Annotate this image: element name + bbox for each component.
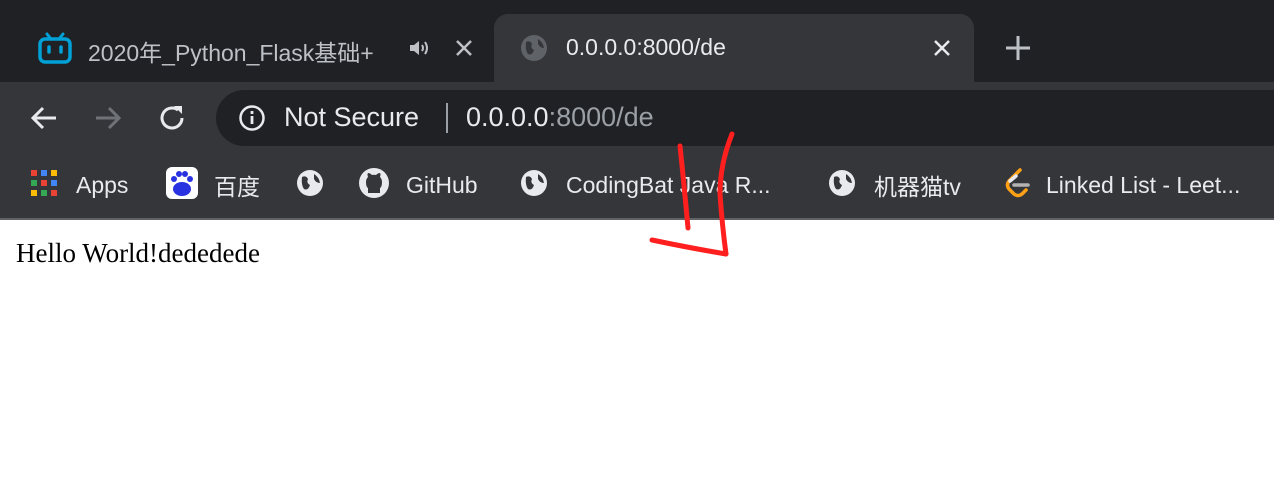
baidu-icon [166,166,198,204]
globe-icon [828,169,856,202]
bilibili-icon [38,32,72,69]
bookmark-label: Apps [76,171,129,198]
bookmark-label: 机器猫tv [874,174,961,200]
bookmark-globe[interactable] [296,152,324,218]
page-body-text: Hello World!dededede [16,238,260,268]
browser-chrome: 2020年_Python_Flask基础+ 0.0.0.0:8000/de No… [0,0,1274,220]
tab-title: 0.0.0.0:8000/de [566,34,726,60]
url-path: :8000/de [548,102,654,132]
bookmark-label: GitHub [406,171,478,198]
annotation-arrow [649,131,735,257]
url-host: 0.0.0.0 [466,102,549,132]
speaker-icon[interactable] [408,38,432,63]
bookmark-github[interactable]: GitHub [358,152,478,218]
tab-active[interactable]: 0.0.0.0:8000/de [494,14,974,82]
bookmark-label: Linked List - Leet... [1046,171,1241,198]
bookmark-label: 百度 [214,174,260,200]
close-icon[interactable] [932,38,952,63]
bookmarks-bar: Apps 百度 GitHub CodingBat Java R... 机器猫tv… [0,152,1274,218]
bookmark-apps[interactable]: Apps [30,152,128,218]
apps-grid-icon [30,169,58,202]
globe-icon [520,169,548,202]
leetcode-icon [1002,167,1032,204]
bookmark-leetcode[interactable]: Linked List - Leet... [1002,152,1240,218]
reload-button[interactable] [156,102,188,139]
security-label[interactable]: Not Secure [284,102,419,133]
tab-bilibili[interactable]: 2020年_Python_Flask基础+ [18,14,492,82]
github-icon [358,167,390,204]
tab-title: 2020年_Python_Flask基础+ [88,40,374,66]
globe-icon [296,169,324,202]
bookmark-baidu[interactable]: 百度 [166,152,260,218]
close-icon[interactable] [454,38,474,63]
bookmark-jiqimao[interactable]: 机器猫tv [828,152,961,218]
url-text[interactable]: 0.0.0.0:8000/de [466,102,654,133]
tab-strip: 2020年_Python_Flask基础+ 0.0.0.0:8000/de [0,0,1274,82]
new-tab-button[interactable] [1004,34,1032,67]
forward-button[interactable] [92,102,124,139]
back-button[interactable] [28,102,60,139]
toolbar-divider [0,218,1274,220]
url-separator [446,103,448,133]
info-icon[interactable] [238,104,266,137]
globe-icon [520,34,548,67]
